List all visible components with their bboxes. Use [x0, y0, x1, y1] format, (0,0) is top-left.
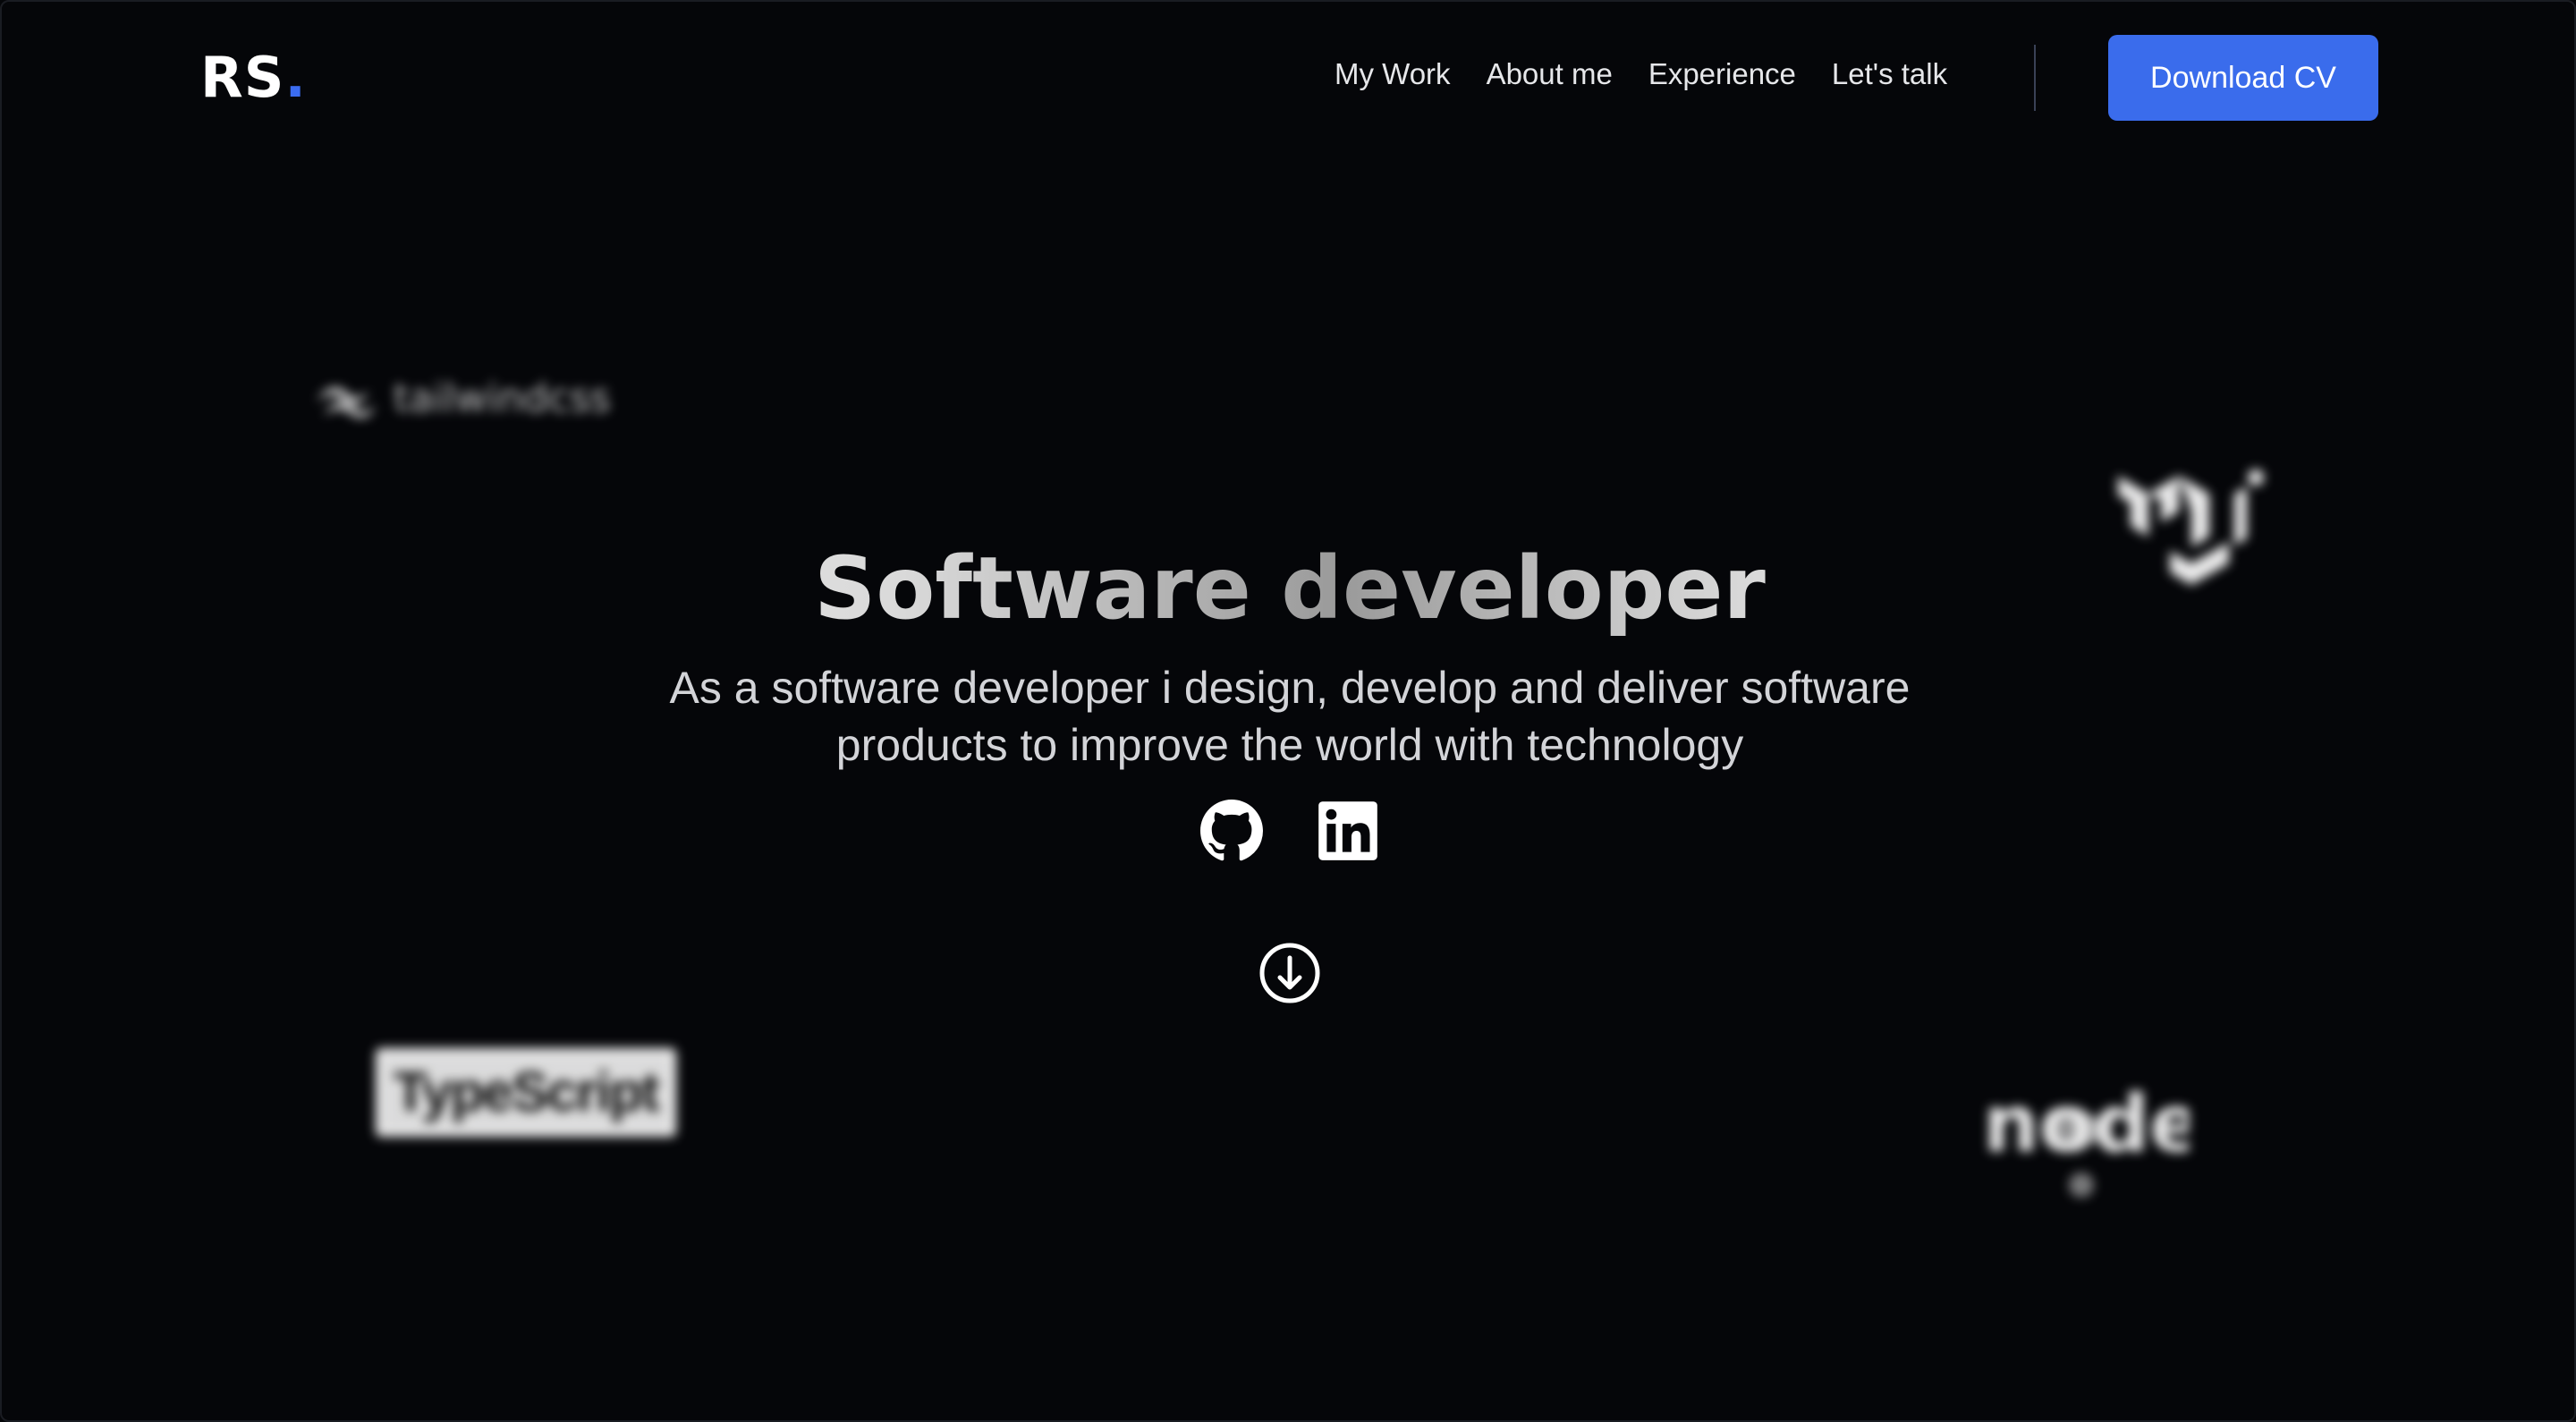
- linkedin-link[interactable]: [1317, 800, 1379, 862]
- social-links: [2, 800, 2574, 862]
- nav-divider: [2034, 45, 2036, 111]
- hero-title: Software developer: [2, 538, 2574, 639]
- hero-subtitle-line-1: As a software developer i design, develo…: [669, 663, 1911, 713]
- node-logo: node: [1983, 1078, 2203, 1208]
- nav-link-experience[interactable]: Experience: [1648, 57, 1796, 91]
- nav-link-about-me[interactable]: About me: [1487, 57, 1613, 91]
- main-nav: My Work About me Experience Let's talk: [1335, 57, 1947, 91]
- arrow-down-circle-icon: [1259, 943, 1320, 1003]
- scroll-down-button[interactable]: [1258, 942, 1321, 1004]
- page: RS. My Work About me Experience Let's ta…: [0, 0, 2576, 1422]
- download-cv-button[interactable]: Download CV: [2108, 35, 2378, 121]
- nav-link-lets-talk[interactable]: Let's talk: [1832, 57, 1947, 91]
- tailwind-logo: tailwindcss: [317, 376, 611, 421]
- tailwind-icon: [317, 386, 376, 418]
- nav-link-my-work[interactable]: My Work: [1335, 57, 1451, 91]
- linkedin-icon: [1318, 801, 1377, 860]
- hero-subtitle: As a software developer i design, develo…: [574, 659, 2005, 774]
- tailwind-label: tailwindcss: [394, 376, 611, 421]
- github-icon: [1200, 800, 1263, 861]
- logo-dot: .: [284, 45, 307, 110]
- github-link[interactable]: [1200, 800, 1263, 862]
- typescript-logo: TypeScript: [376, 1048, 676, 1137]
- logo-text: RS: [200, 45, 285, 110]
- node-icon: node: [1983, 1078, 2203, 1198]
- site-header: RS. My Work About me Experience Let's ta…: [2, 2, 2574, 154]
- logo[interactable]: RS.: [200, 45, 307, 110]
- hero-subtitle-line-2: products to improve the world with techn…: [835, 720, 1744, 770]
